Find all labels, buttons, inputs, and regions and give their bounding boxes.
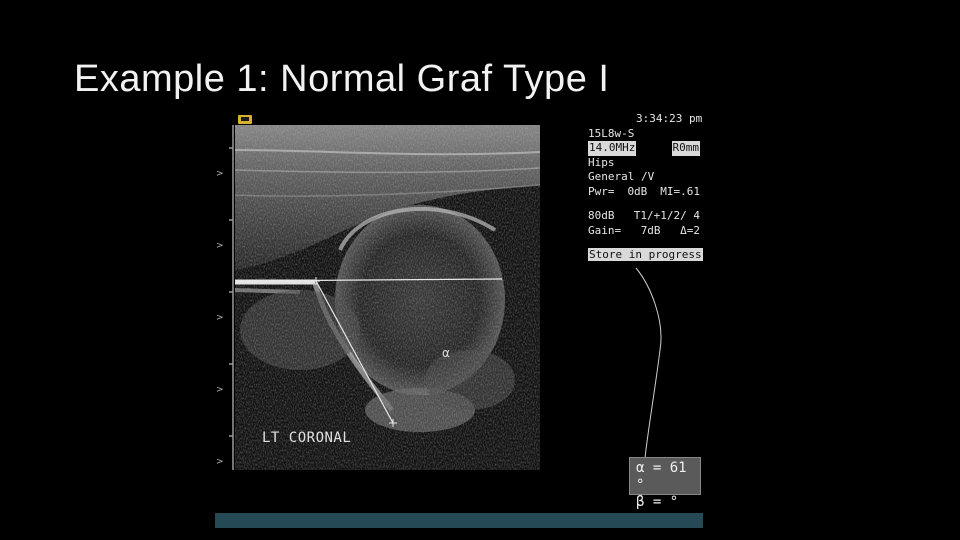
ultrasound-readout: 3:34:23 pm 15L8w-S 14.0MHz R0mm Hips Gen… xyxy=(588,112,703,263)
view-label: LT CORONAL xyxy=(262,430,352,446)
readout-gain-value: 7dB xyxy=(640,223,661,237)
probe-icon xyxy=(238,115,252,124)
readout-gain-label: Gain= xyxy=(588,223,622,237)
readout-pwr-label: Pwr= xyxy=(588,184,615,198)
readout-pwr-value: 0dB xyxy=(627,184,648,198)
angle-measurement-box: α = 61 ° β = ° xyxy=(629,457,701,510)
readout-mode: General /V xyxy=(588,170,655,183)
readout-frequency: 14.0MHz xyxy=(588,141,637,156)
svg-text:>: > xyxy=(216,169,224,179)
svg-text:>: > xyxy=(216,457,224,467)
readout-pwr-row: Pwr= 0dB MI=.61 xyxy=(588,185,700,200)
svg-text:>: > xyxy=(216,385,224,395)
alpha-angle-value: α = 61 ° xyxy=(636,460,687,493)
bottom-bar xyxy=(215,513,703,528)
svg-text:>: > xyxy=(216,241,224,251)
readout-t-settings: T1/+1/2/ 4 xyxy=(633,209,700,222)
ultrasound-image: > > > > > xyxy=(216,125,662,470)
alpha-angle-marker: α xyxy=(442,346,450,360)
readout-time: 3:34:23 pm xyxy=(636,112,703,125)
readout-mi: MI=.61 xyxy=(660,184,700,198)
readout-probe: 15L8w-S xyxy=(588,126,635,140)
svg-text:>: > xyxy=(216,313,224,323)
readout-status: Store in progress xyxy=(588,248,703,261)
readout-dr-row: 80dB T1/+1/2/ 4 xyxy=(588,209,700,224)
readout-gain-row: Gain= 7dB Δ=2 xyxy=(588,224,700,239)
readout-preset: Hips xyxy=(588,155,615,169)
readout-dynamic-range: 80dB xyxy=(588,209,615,222)
readout-freq-row: 14.0MHz R0mm xyxy=(588,141,700,156)
readout-depth: R0mm xyxy=(671,141,700,156)
readout-delta: Δ=2 xyxy=(680,223,700,237)
beta-angle-value: β = ° xyxy=(636,494,679,510)
